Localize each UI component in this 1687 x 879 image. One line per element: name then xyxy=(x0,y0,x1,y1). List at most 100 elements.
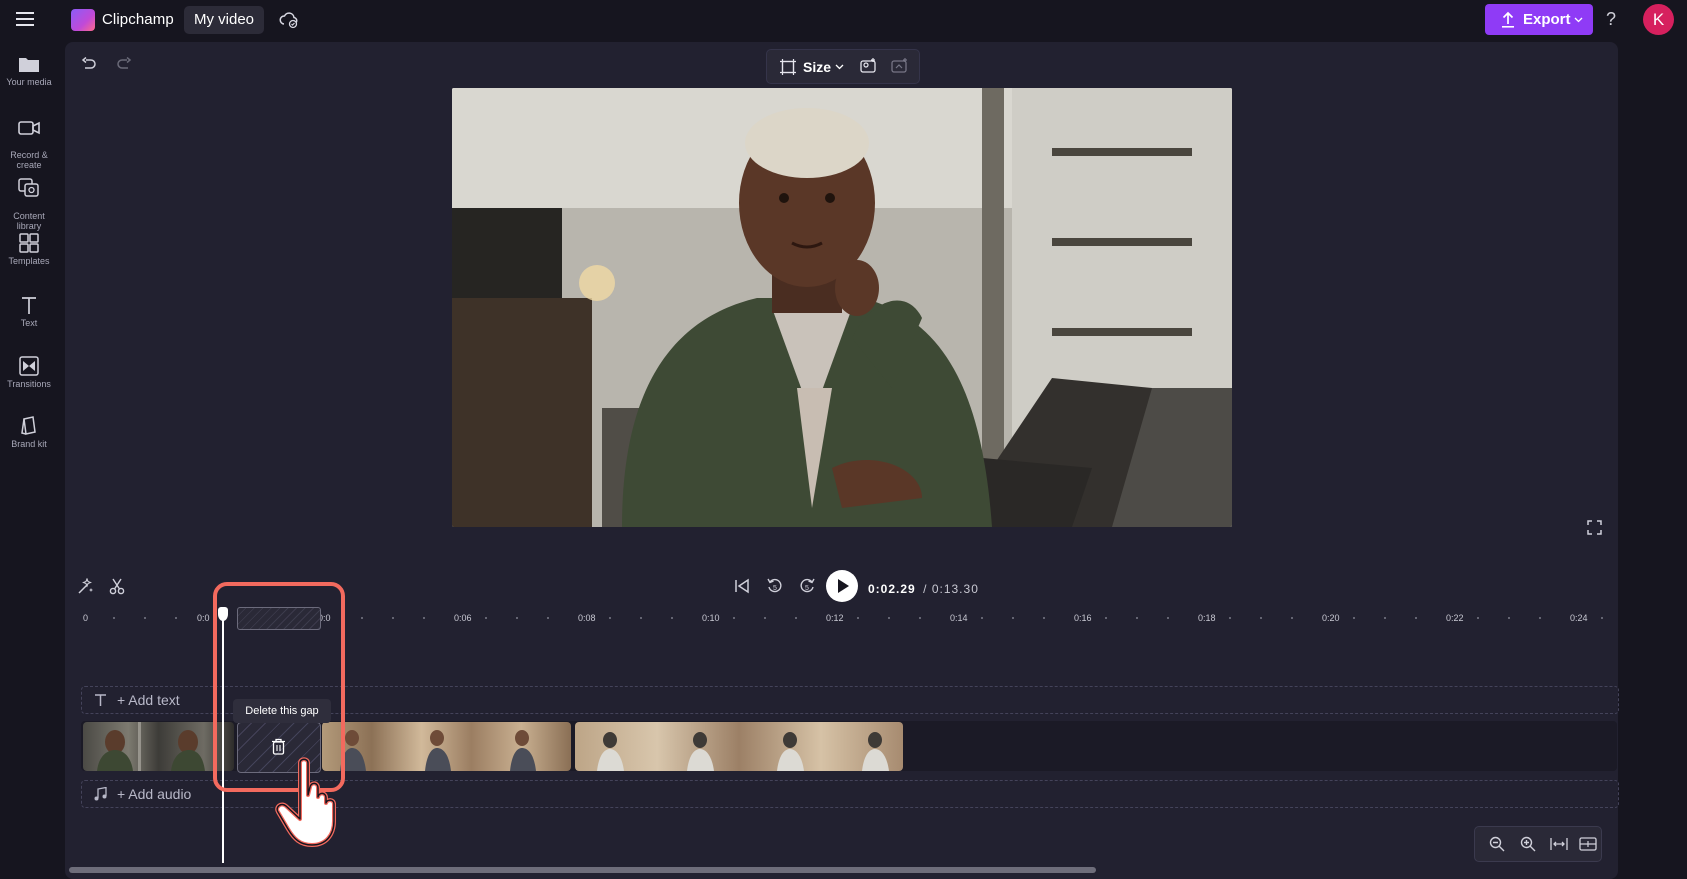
ruler-tick-dot xyxy=(795,617,797,619)
expand-timeline-icon[interactable] xyxy=(1579,836,1597,852)
sidebar-item-label: Text xyxy=(20,318,38,328)
menu-icon[interactable] xyxy=(16,11,36,27)
ruler-tick-dot xyxy=(733,617,735,619)
project-title[interactable]: My video xyxy=(184,6,264,34)
svg-text:5: 5 xyxy=(773,585,777,592)
avatar[interactable]: K xyxy=(1643,4,1674,35)
ruler-tick-label: 0:18 xyxy=(1198,613,1216,623)
ruler-tick-dot xyxy=(1415,617,1417,619)
camera-icon xyxy=(18,121,40,135)
transitions-icon xyxy=(19,356,39,376)
zoom-in-icon[interactable] xyxy=(1520,836,1536,852)
rewind-5s-icon[interactable]: 5 xyxy=(766,577,784,595)
ruler-tick-label: 0:06 xyxy=(454,613,472,623)
top-bar: Clipchamp My video Export ? K xyxy=(0,0,1687,40)
fit-to-width-icon[interactable] xyxy=(1550,836,1568,852)
sidebar-item-label: Content library xyxy=(13,211,45,231)
ruler-tick-dot xyxy=(857,617,859,619)
ruler-tick-dot xyxy=(113,617,115,619)
sidebar-item-brand-kit[interactable]: Brand kit xyxy=(0,416,58,449)
skip-to-start-icon[interactable] xyxy=(734,578,750,594)
ruler-tick-dot xyxy=(1105,617,1107,619)
video-clip[interactable] xyxy=(83,722,234,771)
sidebar-item-label: Templates xyxy=(8,256,50,266)
split-scissors-icon[interactable] xyxy=(109,578,125,595)
ruler-tick-label: 0:22 xyxy=(1446,613,1464,623)
export-label: Export xyxy=(1523,11,1571,28)
text-icon xyxy=(22,297,36,314)
templates-icon xyxy=(19,233,39,253)
ruler-tick-dot xyxy=(919,617,921,619)
fullscreen-icon[interactable] xyxy=(1587,520,1602,535)
ruler-tick-label: 0:12 xyxy=(826,613,844,623)
ruler-tick-label: 0:24 xyxy=(1570,613,1588,623)
enhance-icon[interactable] xyxy=(891,58,909,74)
sidebar-item-templates[interactable]: Templates xyxy=(0,233,58,266)
ruler-tick-dot xyxy=(1353,617,1355,619)
ruler-tick-dot xyxy=(1167,617,1169,619)
sidebar-item-transitions[interactable]: Transitions xyxy=(0,356,58,389)
ruler-tick-dot xyxy=(609,617,611,619)
sidebar-item-your-media[interactable]: Your media xyxy=(0,54,58,87)
svg-text:5: 5 xyxy=(805,585,809,592)
ruler-tick-dot xyxy=(981,617,983,619)
redo-icon[interactable] xyxy=(116,57,132,71)
background-remove-icon[interactable] xyxy=(860,58,878,74)
ruler-tick-dot xyxy=(361,617,363,619)
ruler-tick-label: 0:16 xyxy=(1074,613,1092,623)
sidebar-item-label: Transitions xyxy=(7,379,51,389)
ruler-tick-dot xyxy=(1043,617,1045,619)
ruler-tick-dot xyxy=(1291,617,1293,619)
ruler-tick-dot xyxy=(671,617,673,619)
help-icon[interactable]: ? xyxy=(1603,9,1619,31)
ruler-tick-label: 0:0 xyxy=(197,613,210,623)
play-button[interactable] xyxy=(826,570,858,602)
text-icon xyxy=(95,694,106,706)
ruler-tick-dot xyxy=(423,617,425,619)
ruler-tick-dot xyxy=(1136,617,1138,619)
app-name: Clipchamp xyxy=(102,11,174,28)
undo-icon[interactable] xyxy=(81,57,97,71)
ruler-tick-label: 0:14 xyxy=(950,613,968,623)
video-preview[interactable] xyxy=(452,88,1232,527)
forward-5s-icon[interactable]: 5 xyxy=(798,577,816,595)
clip-thumbnail-image xyxy=(97,722,205,771)
clip-thumbnail-image xyxy=(597,732,889,771)
resize-icon xyxy=(780,59,796,75)
video-clip[interactable] xyxy=(322,722,571,771)
sidebar-item-content-library[interactable]: Content library xyxy=(0,168,58,241)
ruler-tick-dot xyxy=(1601,617,1603,619)
ruler-tick-dot xyxy=(1477,617,1479,619)
magic-edit-icon[interactable] xyxy=(77,578,94,595)
video-frame-image xyxy=(452,88,1232,527)
ruler-tick-dot xyxy=(1260,617,1262,619)
ruler-tick-dot xyxy=(640,617,642,619)
chevron-down-icon xyxy=(1574,17,1583,23)
clip-thumbnail-image xyxy=(340,730,536,771)
add-text-button[interactable]: + Add text xyxy=(117,692,180,708)
sidebar-item-text[interactable]: Text xyxy=(0,295,58,328)
sidebar-item-label: Record & create xyxy=(10,150,48,170)
size-dropdown[interactable]: Size xyxy=(803,59,831,75)
timecode: 0:02.29 / 0:13.30 xyxy=(868,580,979,598)
zoom-out-icon[interactable] xyxy=(1489,836,1505,852)
ruler-tick-dot xyxy=(1384,617,1386,619)
timeline-scrollbar[interactable] xyxy=(69,867,1096,873)
ruler-tick-label: 0:20 xyxy=(1322,613,1340,623)
upload-icon xyxy=(1502,11,1514,28)
add-audio-button[interactable]: + Add audio xyxy=(117,786,191,802)
ruler-tick-dot xyxy=(516,617,518,619)
ruler-tick-dot xyxy=(144,617,146,619)
ruler-tick-label: 0:08 xyxy=(578,613,596,623)
current-time: 0:02.29 xyxy=(868,582,916,596)
play-icon xyxy=(826,570,858,602)
export-button[interactable]: Export xyxy=(1485,4,1593,35)
ruler-tick-dot xyxy=(764,617,766,619)
ruler-tick-dot xyxy=(888,617,890,619)
cloud-sync-icon[interactable] xyxy=(279,10,299,30)
brand-kit-icon xyxy=(21,416,36,435)
video-clip[interactable] xyxy=(575,722,903,771)
ruler-tick-label: 0 xyxy=(83,613,89,623)
ruler-tick-dot xyxy=(547,617,549,619)
hand-pointer-icon xyxy=(274,757,346,849)
